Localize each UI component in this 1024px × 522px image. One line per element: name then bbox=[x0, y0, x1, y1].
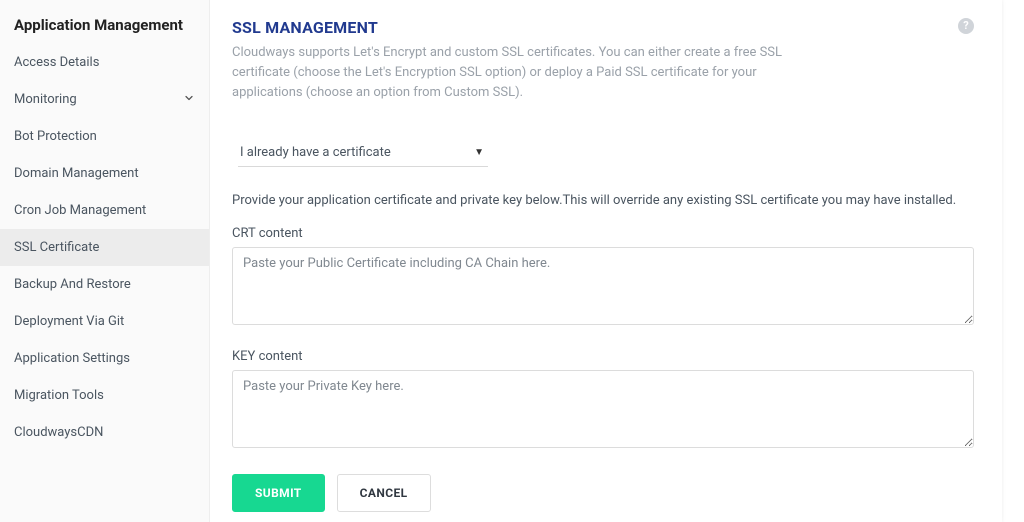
sidebar-item-domain-management[interactable]: Domain Management bbox=[0, 155, 209, 192]
sidebar-item-label: Access Details bbox=[14, 55, 99, 70]
sidebar-item-label: Deployment Via Git bbox=[14, 314, 124, 329]
sidebar-item-cloudwayscdn[interactable]: CloudwaysCDN bbox=[0, 414, 209, 451]
sidebar-item-label: Monitoring bbox=[14, 92, 77, 107]
sidebar-item-label: CloudwaysCDN bbox=[14, 425, 103, 440]
sidebar-item-label: SSL Certificate bbox=[14, 240, 99, 255]
crt-textarea[interactable] bbox=[232, 247, 974, 325]
sidebar-item-label: Application Settings bbox=[14, 351, 130, 366]
sidebar: Application Management Access Details Mo… bbox=[0, 0, 210, 522]
caret-down-icon: ▼ bbox=[474, 147, 484, 158]
certificate-mode-select[interactable]: I already have a certificate ▼ bbox=[238, 139, 488, 167]
chevron-down-icon bbox=[183, 92, 195, 107]
help-icon[interactable]: ? bbox=[958, 18, 974, 34]
sidebar-item-access-details[interactable]: Access Details bbox=[0, 44, 209, 81]
sidebar-item-ssl-certificate[interactable]: SSL Certificate bbox=[0, 229, 209, 266]
sidebar-item-deployment-via-git[interactable]: Deployment Via Git bbox=[0, 303, 209, 340]
sidebar-item-label: Domain Management bbox=[14, 166, 139, 181]
hint-text: Provide your application certificate and… bbox=[232, 193, 974, 208]
sidebar-item-label: Cron Job Management bbox=[14, 203, 146, 218]
cancel-button[interactable]: CANCEL bbox=[337, 474, 431, 512]
sidebar-item-label: Backup And Restore bbox=[14, 277, 131, 292]
sidebar-item-label: Bot Protection bbox=[14, 129, 97, 144]
sidebar-item-migration-tools[interactable]: Migration Tools bbox=[0, 377, 209, 414]
key-textarea[interactable] bbox=[232, 370, 974, 448]
page-description: Cloudways supports Let's Encrypt and cus… bbox=[232, 43, 792, 103]
key-label: KEY content bbox=[232, 349, 974, 364]
sidebar-item-bot-protection[interactable]: Bot Protection bbox=[0, 118, 209, 155]
sidebar-item-application-settings[interactable]: Application Settings bbox=[0, 340, 209, 377]
sidebar-item-label: Migration Tools bbox=[14, 388, 104, 403]
sidebar-heading: Application Management bbox=[0, 8, 209, 44]
sidebar-item-backup-and-restore[interactable]: Backup And Restore bbox=[0, 266, 209, 303]
select-value: I already have a certificate bbox=[240, 145, 391, 160]
crt-label: CRT content bbox=[232, 226, 974, 241]
sidebar-item-monitoring[interactable]: Monitoring bbox=[0, 81, 209, 118]
submit-button[interactable]: SUBMIT bbox=[232, 474, 325, 512]
page-title: SSL MANAGEMENT bbox=[232, 18, 378, 37]
sidebar-item-cron-job-management[interactable]: Cron Job Management bbox=[0, 192, 209, 229]
main-content: SSL MANAGEMENT ? Cloudways supports Let'… bbox=[210, 0, 1002, 522]
